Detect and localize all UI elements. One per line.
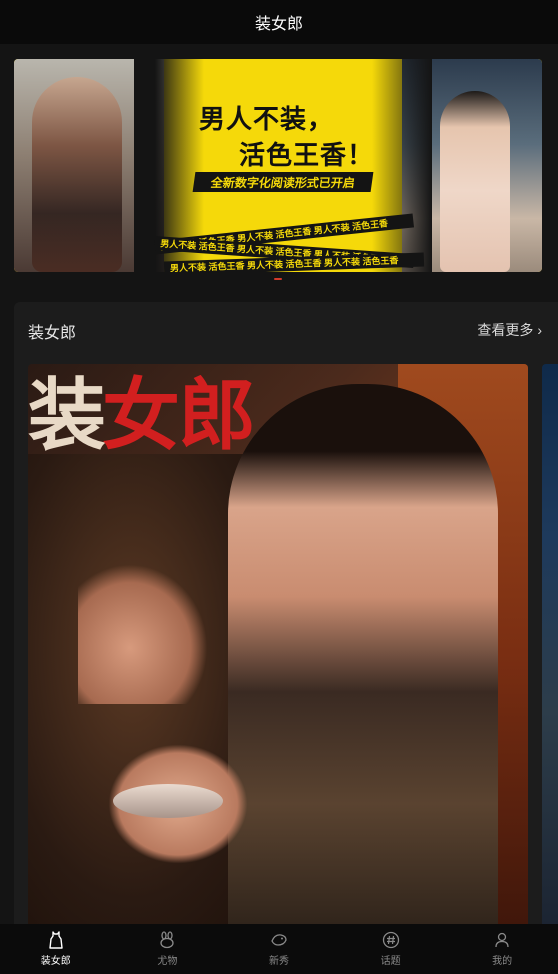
section-card: 装女郎 查看更多 › 装 女郎 (14, 302, 558, 944)
tab-label: 尤物 (157, 956, 178, 967)
tab-wode[interactable]: 我的 (462, 931, 542, 967)
tab-label: 话题 (380, 956, 401, 967)
magazine-cover[interactable]: 装 女郎 (28, 364, 528, 944)
banner-headline-line1: 男人不装， (199, 104, 335, 134)
tab-label: 装女郎 (40, 956, 71, 967)
page-title: 装女郎 (254, 16, 303, 33)
tab-label: 我的 (492, 956, 513, 967)
top-header: 装女郎 (0, 0, 558, 44)
tab-label: 新秀 (268, 956, 289, 967)
cover-dish (113, 784, 223, 818)
tab-xinxiu[interactable]: 新秀 (239, 931, 319, 967)
cover-hand-chopsticks (78, 564, 208, 704)
masthead-part1: 装 (28, 370, 106, 461)
masthead-part2: 女郎 (102, 370, 256, 461)
see-more-label: 查看更多 (477, 322, 534, 338)
cover-model (228, 384, 498, 944)
bottom-tab-bar: 装女郎 尤物 新秀 话题 我的 (0, 924, 558, 974)
tab-youwu[interactable]: 尤物 (127, 931, 207, 967)
section-title: 装女郎 (28, 325, 77, 342)
dress-icon (49, 931, 63, 949)
see-more-link[interactable]: 查看更多 › (477, 320, 542, 340)
bunny-icon (160, 931, 175, 949)
bird-icon (271, 934, 287, 946)
profile-icon (495, 932, 509, 948)
carousel-indicator[interactable] (274, 278, 282, 280)
tab-zhuangnvlang[interactable]: 装女郎 (16, 931, 96, 967)
chevron-right-icon: › (537, 322, 542, 338)
next-magazine-cover[interactable] (542, 364, 558, 944)
banner-headline-line2: 活色王香！ (239, 140, 375, 170)
promo-banner[interactable]: 男人不装， 活色王香！ 全新数字化阅读形式已开启 男人不装 活色王香 男人不装 … (14, 59, 542, 272)
hashtag-icon (382, 931, 399, 949)
banner-slogan: 全新数字化阅读形式已开启 (192, 172, 374, 192)
tab-huati[interactable]: 话题 (351, 931, 431, 967)
